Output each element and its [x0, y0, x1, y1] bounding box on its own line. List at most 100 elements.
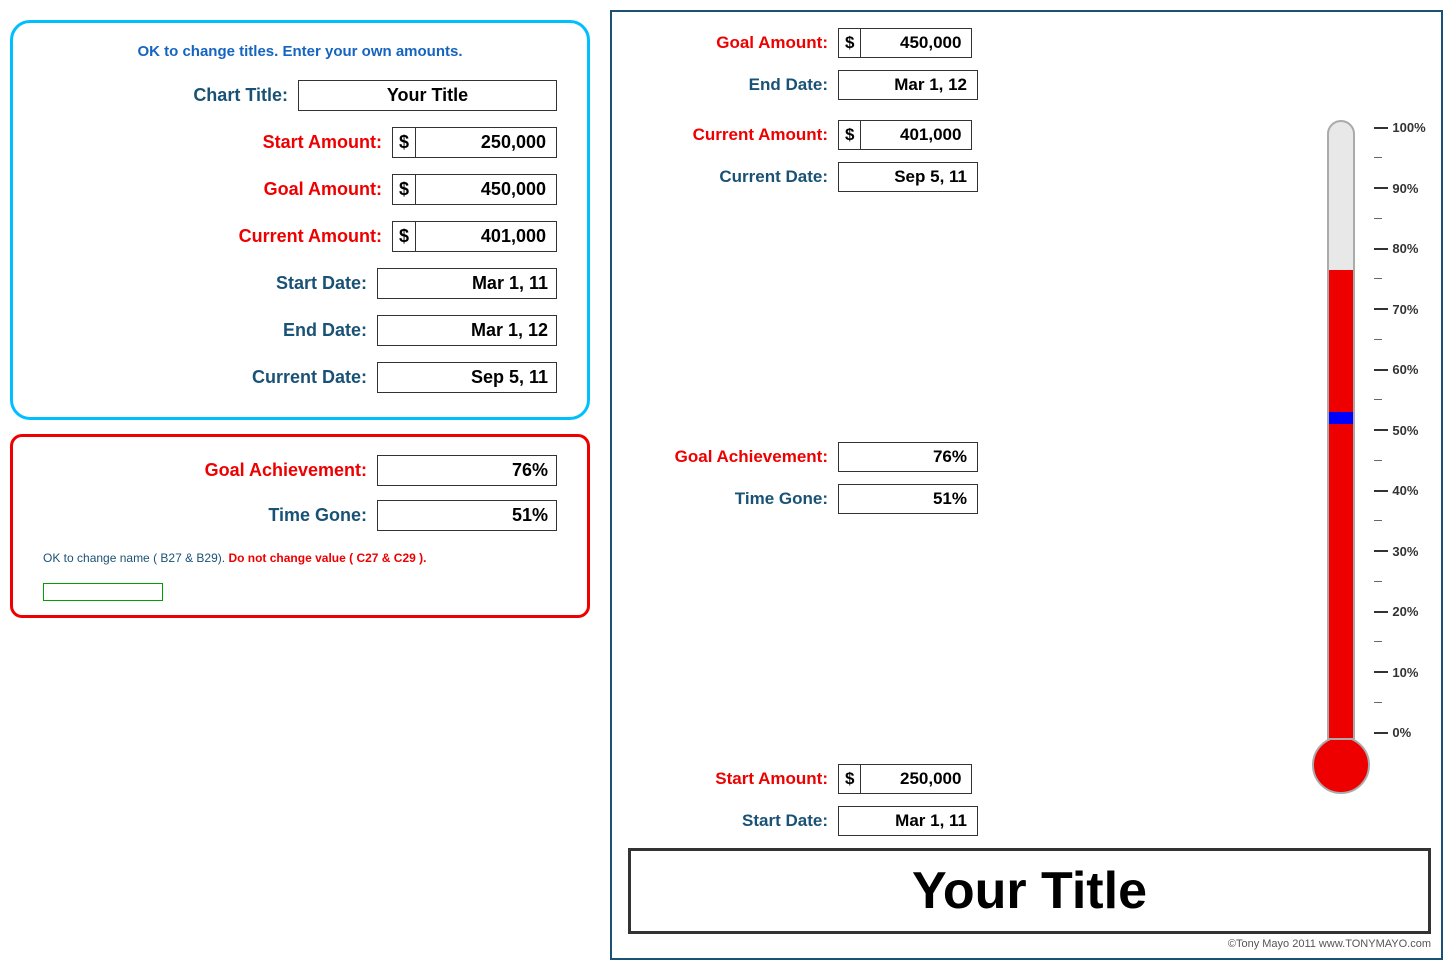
thermo-area: Current Amount: $ 401,000 Current Date: … — [628, 120, 1431, 836]
thermo-tube-wrap — [1316, 120, 1366, 800]
tick-minor-line-5 — [1374, 460, 1382, 461]
time-gone-value: 51% — [377, 500, 557, 531]
tick-label-40: 40% — [1392, 483, 1418, 498]
goal-achievement-value: 76% — [377, 455, 557, 486]
tick-minor-1 — [1374, 702, 1425, 703]
tick-minor-line-2 — [1374, 641, 1382, 642]
tick-minor-6 — [1374, 399, 1425, 400]
achievement-group: Goal Achievement: 76% Time Gone: 51% — [628, 442, 1301, 514]
right-time-gone-value: 51% — [838, 484, 978, 514]
end-date-label: End Date: — [207, 320, 367, 341]
tick-minor-9 — [1374, 218, 1425, 219]
right-data-col: Current Amount: $ 401,000 Current Date: … — [628, 120, 1311, 836]
scale-ticks: 0% 10% 2 — [1374, 120, 1425, 740]
tick-90: 90% — [1374, 181, 1425, 196]
tick-0: 0% — [1374, 725, 1425, 740]
right-current-date-label: Current Date: — [628, 167, 828, 187]
footer-note-2: Do not change value ( C27 & C29 ). — [228, 551, 426, 565]
goal-amount-label: Goal Amount: — [222, 179, 382, 200]
right-goal-amount-label: Goal Amount: — [628, 33, 828, 53]
right-content: Goal Amount: $ 450,000 End Date: Mar 1, … — [628, 28, 1431, 950]
right-goal-amount-row: Goal Amount: $ 450,000 — [628, 28, 1431, 58]
current-date-value: Sep 5, 11 — [377, 362, 557, 393]
tick-minor-7 — [1374, 339, 1425, 340]
tick-label-100: 100% — [1392, 120, 1425, 135]
start-date-label: Start Date: — [207, 273, 367, 294]
right-current-amount-row: Current Amount: $ 401,000 — [628, 120, 1301, 150]
tick-label-90: 90% — [1392, 181, 1418, 196]
start-group: Start Amount: $ 250,000 Start Date: Mar … — [628, 764, 1301, 836]
tick-line-0 — [1374, 732, 1388, 734]
tick-line-100 — [1374, 127, 1388, 129]
tick-minor-8 — [1374, 278, 1425, 279]
tick-minor-4 — [1374, 520, 1425, 521]
input-section: OK to change titles. Enter your own amou… — [10, 20, 590, 420]
achievement-section: Goal Achievement: 76% Time Gone: 51% OK … — [10, 434, 590, 618]
right-goal-achievement-row: Goal Achievement: 76% — [628, 442, 1301, 472]
tick-minor-10 — [1374, 157, 1425, 158]
start-amount-row: Start Amount: $ 250,000 — [43, 127, 557, 158]
tick-10: 10% — [1374, 665, 1425, 680]
right-goal-achievement-value: 76% — [838, 442, 978, 472]
right-time-gone-label: Time Gone: — [628, 489, 828, 509]
right-current-value: 401,000 — [861, 121, 971, 149]
goal-amount-input: $ 450,000 — [392, 174, 557, 205]
current-amount-row: Current Amount: $ 401,000 — [43, 221, 557, 252]
right-end-date-label: End Date: — [628, 75, 828, 95]
right-start-date-value: Mar 1, 11 — [838, 806, 978, 836]
right-current-amount-label: Current Amount: — [628, 125, 828, 145]
title-box: Your Title — [628, 848, 1431, 934]
left-panel: OK to change titles. Enter your own amou… — [10, 10, 590, 618]
tick-100: 100% — [1374, 120, 1425, 135]
tick-minor-line-9 — [1374, 218, 1382, 219]
right-goal-amount-input: $ 450,000 — [838, 28, 972, 58]
tick-minor-line-1 — [1374, 702, 1382, 703]
right-end-date-value: Mar 1, 12 — [838, 70, 978, 100]
instruction-text: OK to change titles. Enter your own amou… — [43, 43, 557, 60]
goal-amount-value: 450,000 — [416, 175, 556, 204]
current-date-label: Current Date: — [207, 367, 367, 388]
tick-minor-line-10 — [1374, 157, 1382, 158]
small-green-input[interactable] — [43, 583, 163, 601]
tick-50: 50% — [1374, 423, 1425, 438]
start-amount-dollar: $ — [393, 128, 416, 157]
tick-label-60: 60% — [1392, 362, 1418, 377]
tick-line-20 — [1374, 611, 1388, 613]
tick-line-10 — [1374, 671, 1388, 673]
tick-minor-5 — [1374, 460, 1425, 461]
tick-line-40 — [1374, 490, 1388, 492]
tick-line-50 — [1374, 429, 1388, 431]
tick-label-70: 70% — [1392, 302, 1418, 317]
goal-amount-dollar: $ — [393, 175, 416, 204]
right-start-value: 250,000 — [861, 765, 971, 793]
tick-line-90 — [1374, 187, 1388, 189]
start-date-row: Start Date: Mar 1, 11 — [43, 268, 557, 299]
chart-title-input[interactable] — [298, 80, 557, 111]
copyright: ©Tony Mayo 2011 www.TONYMAYO.com — [628, 938, 1431, 950]
tick-line-30 — [1374, 550, 1388, 552]
right-goal-dollar: $ — [839, 29, 861, 57]
start-amount-value: 250,000 — [416, 128, 556, 157]
tick-label-30: 30% — [1392, 544, 1418, 559]
tick-label-10: 10% — [1392, 665, 1418, 680]
chart-title-row: Chart Title: — [43, 80, 557, 111]
scale-container: 0% 10% 2 — [1316, 120, 1425, 800]
right-current-date-row: Current Date: Sep 5, 11 — [628, 162, 1301, 192]
current-amount-label: Current Amount: — [222, 226, 382, 247]
goal-achievement-row: Goal Achievement: 76% — [43, 455, 557, 486]
tick-30: 30% — [1374, 544, 1425, 559]
current-amount-input: $ 401,000 — [392, 221, 557, 252]
goal-amount-row: Goal Amount: $ 450,000 — [43, 174, 557, 205]
tick-line-70 — [1374, 308, 1388, 310]
tick-40: 40% — [1374, 483, 1425, 498]
current-amount-dollar: $ — [393, 222, 416, 251]
end-date-value: Mar 1, 12 — [377, 315, 557, 346]
tick-70: 70% — [1374, 302, 1425, 317]
chart-title-display: Your Title — [912, 862, 1147, 920]
right-goal-achievement-label: Goal Achievement: — [628, 447, 828, 467]
tick-minor-line-7 — [1374, 339, 1382, 340]
thermo-tube — [1327, 120, 1355, 740]
tick-label-20: 20% — [1392, 604, 1418, 619]
footer-note: OK to change name ( B27 & B29). Do not c… — [43, 549, 557, 567]
tick-minor-line-8 — [1374, 278, 1382, 279]
